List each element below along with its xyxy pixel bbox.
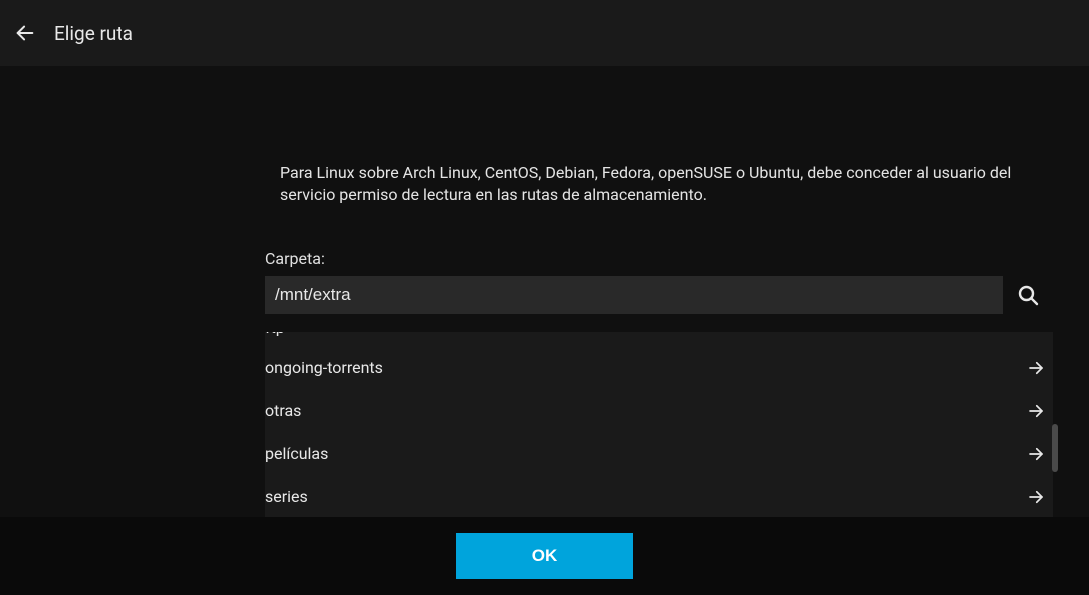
list-item[interactable]: otras — [265, 389, 1053, 432]
search-icon — [1016, 283, 1040, 307]
list-item-label: series — [265, 487, 308, 506]
arrow-left-icon — [14, 22, 36, 44]
list-item[interactable]: series — [265, 475, 1053, 518]
folder-list: ftp ongoing-torrents otras — [265, 332, 1089, 518]
list-item[interactable]: películas — [265, 432, 1053, 475]
list-item-label: ongoing-torrents — [265, 358, 383, 377]
list-item-label: otras — [265, 401, 301, 420]
arrow-right-icon — [1027, 402, 1045, 420]
content: Para Linux sobre Arch Linux, CentOS, Deb… — [0, 66, 1089, 518]
page-title: Elige ruta — [54, 22, 133, 45]
folder-label: Carpeta: — [265, 249, 1059, 268]
folder-path-input[interactable] — [265, 276, 1003, 314]
path-row — [265, 276, 1059, 314]
header: Elige ruta — [0, 0, 1089, 66]
arrow-right-icon — [1027, 488, 1045, 506]
folder-list-inner[interactable]: ftp ongoing-torrents otras — [265, 332, 1053, 518]
list-item-label: ftp — [265, 332, 285, 333]
arrow-right-icon — [1027, 445, 1045, 463]
search-button[interactable] — [1015, 282, 1041, 308]
scrollbar-thumb[interactable] — [1052, 424, 1058, 472]
list-item-label: películas — [265, 444, 328, 463]
back-button[interactable] — [10, 18, 40, 48]
folder-field-section: Carpeta: — [265, 249, 1089, 314]
list-item[interactable]: ongoing-torrents — [265, 346, 1053, 389]
arrow-right-icon — [1027, 359, 1045, 377]
info-text: Para Linux sobre Arch Linux, CentOS, Deb… — [265, 66, 1085, 205]
list-item[interactable]: ftp — [265, 332, 1053, 346]
footer: OK — [0, 517, 1089, 595]
ok-button[interactable]: OK — [456, 533, 633, 579]
